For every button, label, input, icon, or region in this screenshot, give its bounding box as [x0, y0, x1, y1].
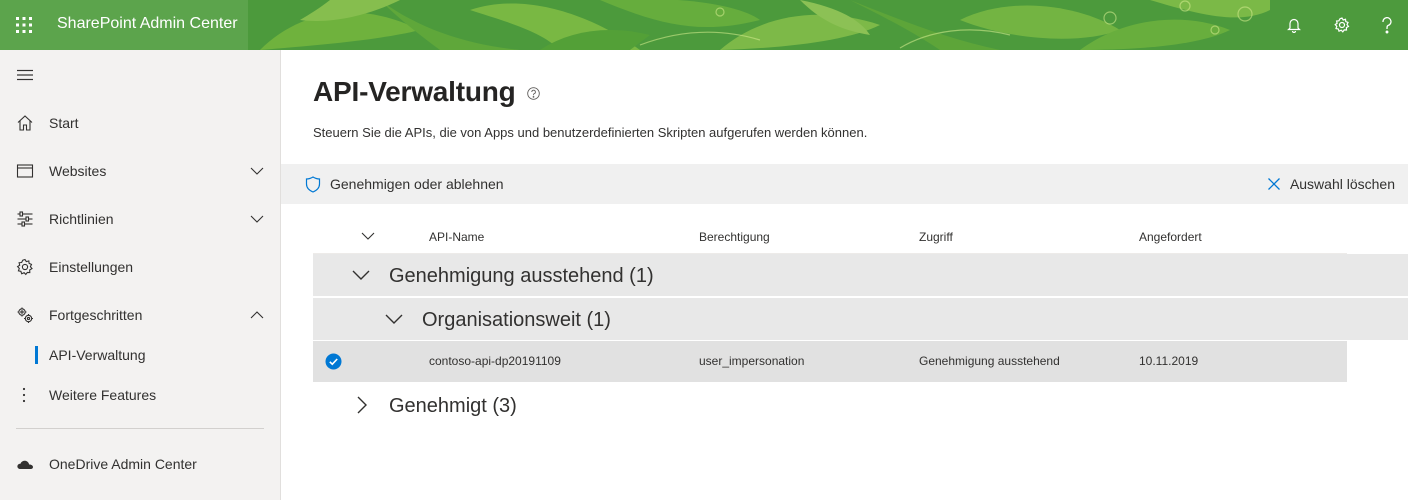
column-header-api-name[interactable]: API-Name: [429, 230, 484, 244]
settings-button[interactable]: [1318, 0, 1366, 50]
more-vertical-icon: [22, 387, 26, 403]
nav-divider: [16, 428, 264, 429]
group-header-pending[interactable]: Genehmigung ausstehend (1): [313, 254, 1408, 296]
app-launcher-button[interactable]: [0, 0, 48, 50]
left-navigation: Start Websites Richtlinien Einstellungen: [0, 50, 281, 500]
cloud-icon: [17, 460, 33, 469]
shield-icon: [305, 175, 321, 193]
sidebar-item-label: OneDrive Admin Center: [49, 456, 197, 472]
chevron-down-icon: [250, 215, 264, 223]
sidebar-item-label: Start: [49, 115, 79, 131]
cell-access: Genehmigung ausstehend: [919, 354, 1060, 368]
selected-indicator: [35, 346, 38, 364]
group-label: Organisationsweit (1): [422, 309, 611, 331]
collapse-all-groups-icon[interactable]: [361, 230, 375, 242]
command-bar: Genehmigen oder ablehnen Auswahl löschen: [281, 164, 1408, 204]
chevron-down-icon: [250, 167, 264, 175]
chevron-right-icon: [357, 396, 367, 414]
app-title[interactable]: SharePoint Admin Center: [57, 15, 238, 33]
sidebar-item-weitere-features[interactable]: Weitere Features: [0, 375, 280, 415]
sliders-icon: [17, 211, 33, 227]
sidebar-item-label: Weitere Features: [49, 387, 157, 403]
home-icon: [17, 115, 33, 131]
app-launcher-icon: [16, 17, 32, 33]
sidebar-item-start[interactable]: Start: [0, 103, 280, 143]
checkmark-circle-icon[interactable]: [325, 353, 342, 370]
gear-icon: [16, 258, 33, 276]
sidebar-item-label: Richtlinien: [49, 211, 114, 227]
top-header: SharePoint Admin Center: [0, 0, 1408, 50]
group-label: Genehmigung ausstehend (1): [389, 265, 654, 287]
cell-requested: 10.11.2019: [1139, 354, 1199, 368]
column-header-berechtigung[interactable]: Berechtigung: [699, 230, 770, 244]
sidebar-item-fortgeschritten[interactable]: Fortgeschritten: [0, 295, 280, 335]
group-header-approved[interactable]: Genehmigt (3): [313, 384, 1408, 426]
notifications-button[interactable]: [1270, 0, 1318, 50]
help-icon: [1382, 16, 1392, 33]
sidebar-item-onedrive-admin-center[interactable]: OneDrive Admin Center: [0, 444, 280, 484]
help-circle-icon[interactable]: [527, 87, 540, 100]
close-icon: [1267, 178, 1280, 190]
chevron-down-icon: [385, 314, 403, 324]
cell-permission: user_impersonation: [699, 354, 805, 368]
clear-selection-label: Auswahl löschen: [1289, 176, 1395, 192]
sidebar-item-label: Fortgeschritten: [49, 307, 143, 323]
sidebar-item-label: Einstellungen: [49, 259, 134, 275]
cell-api-name: contoso-api-dp20191109: [429, 354, 561, 368]
hamburger-icon: [17, 69, 33, 81]
approve-or-reject-button[interactable]: Genehmigen oder ablehnen: [305, 164, 504, 204]
column-header-angefordert[interactable]: Angefordert: [1139, 230, 1202, 244]
page-description: Steuern Sie die APIs, die von Apps und b…: [313, 125, 868, 140]
sidebar-item-label: Websites: [49, 163, 107, 179]
clear-selection-button[interactable]: Auswahl löschen: [1267, 164, 1395, 204]
window-icon: [16, 164, 34, 178]
sidebar-item-label: API-Verwaltung: [49, 347, 146, 363]
gears-icon: [17, 307, 33, 323]
bell-icon: [1287, 18, 1301, 33]
chevron-down-icon: [352, 270, 370, 280]
nav-collapse-button[interactable]: [16, 66, 38, 84]
approve-or-reject-label: Genehmigen oder ablehnen: [330, 176, 504, 192]
page-title: API-Verwaltung: [313, 76, 516, 107]
table-row[interactable]: contoso-api-dp20191109 user_impersonatio…: [313, 341, 1347, 382]
help-button[interactable]: [1366, 0, 1408, 50]
group-header-org-wide[interactable]: Organisationsweit (1): [313, 298, 1408, 340]
sidebar-item-api-verwaltung[interactable]: API-Verwaltung: [0, 335, 280, 375]
group-label: Genehmigt (3): [389, 395, 517, 417]
gear-icon: [1334, 17, 1350, 33]
chevron-up-icon: [250, 311, 264, 319]
sidebar-item-richtlinien[interactable]: Richtlinien: [0, 199, 280, 239]
sidebar-item-einstellungen[interactable]: Einstellungen: [0, 247, 280, 287]
column-header-zugriff[interactable]: Zugriff: [919, 230, 953, 244]
sidebar-item-websites[interactable]: Websites: [0, 151, 280, 191]
